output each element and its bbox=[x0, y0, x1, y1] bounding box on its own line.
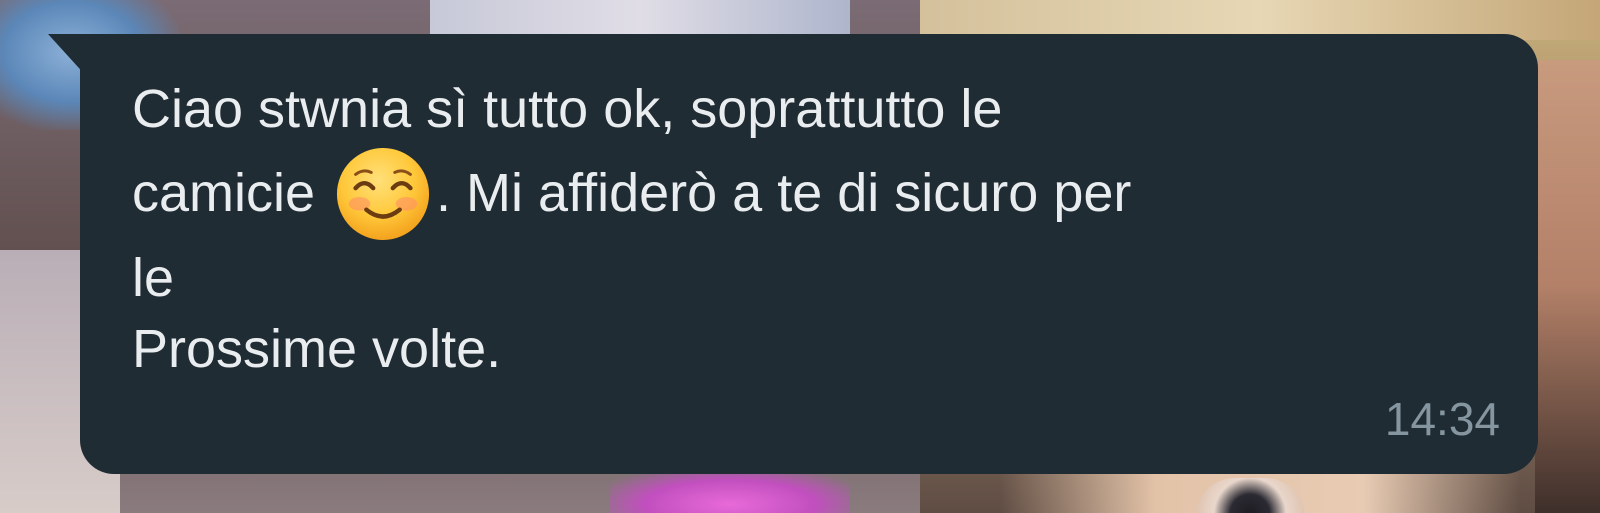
message-line: camicie . Mi affiderò a te di sicuro per bbox=[132, 145, 1462, 243]
wallpaper-photo-detail bbox=[1535, 60, 1600, 513]
message-text: Ciao stwnia sì tutto ok, soprattutto le … bbox=[132, 74, 1462, 385]
message-line: Prossime volte. bbox=[132, 319, 502, 379]
message-line: Ciao stwnia sì tutto ok, soprattutto le bbox=[132, 79, 1003, 139]
message-line: le bbox=[132, 248, 175, 308]
message-segment: . Mi affiderò a te di sicuro per bbox=[436, 163, 1132, 223]
message-bubble[interactable]: Ciao stwnia sì tutto ok, soprattutto le … bbox=[80, 34, 1538, 474]
wallpaper-photo-detail bbox=[610, 470, 850, 513]
message-segment: camicie bbox=[132, 163, 331, 223]
message-timestamp: 14:34 bbox=[1384, 393, 1500, 445]
smiling-face-with-smiling-eyes-icon bbox=[336, 147, 430, 241]
